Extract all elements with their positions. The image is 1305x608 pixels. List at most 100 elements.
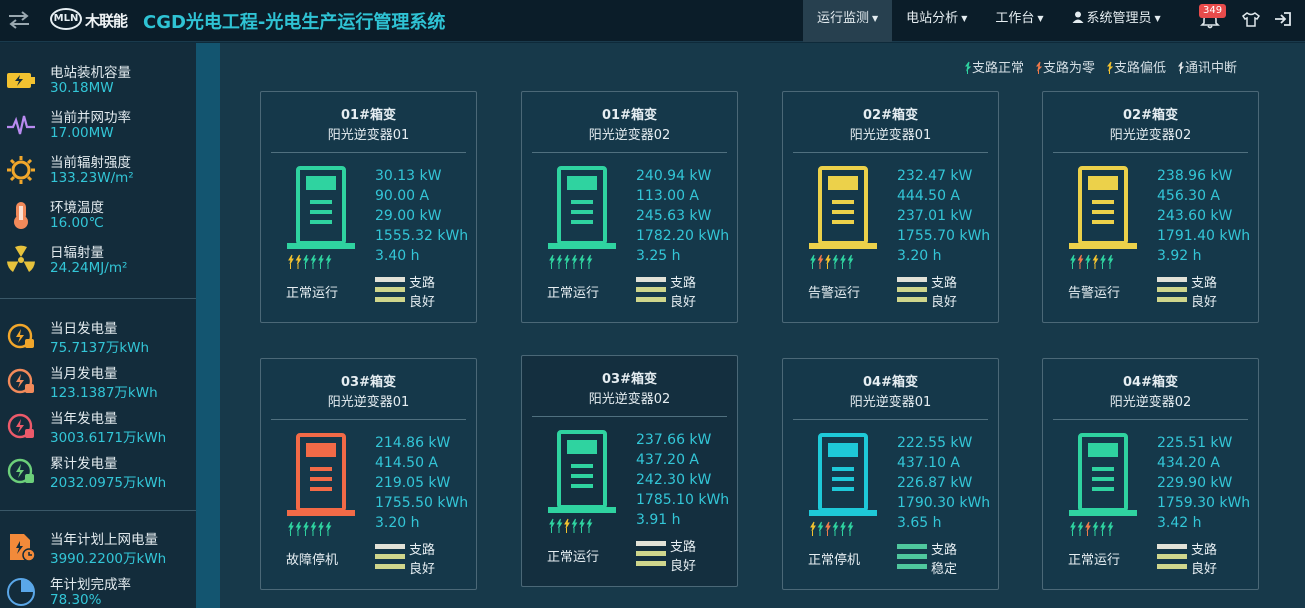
pulse-icon: [7, 115, 35, 135]
sidebar-toggle-strip[interactable]: [196, 43, 220, 608]
branch-label: 支路: [670, 276, 697, 291]
inverter-icon: [548, 430, 616, 513]
branch-arrows: [810, 254, 854, 269]
card-status: 正常运行: [1068, 553, 1121, 568]
inverter-card[interactable]: 01#箱变 阳光逆变器01 30.13 kW 90.00 A 29.00 kW …: [260, 91, 477, 323]
arrow-offline-icon: [1178, 61, 1185, 74]
branch-arrow: [1070, 254, 1076, 269]
stat-total-energy: 累计发电量 2032.0975万kWh: [0, 450, 196, 494]
caret-down-icon: ▼: [872, 14, 879, 23]
branch-arrow: [295, 254, 302, 269]
branch-label: 支路: [1191, 276, 1218, 291]
nav-station-analysis[interactable]: 电站分析 ▼: [892, 0, 981, 42]
branch-arrow: [303, 254, 309, 269]
branch-state: 稳定: [931, 562, 958, 577]
pie-icon: [7, 578, 35, 606]
stat-irradiance: 当前辐射强度 133.23W/m²: [0, 149, 196, 193]
shirt-icon[interactable]: [1240, 9, 1262, 29]
inverter-icon: [287, 433, 355, 516]
branch-arrow: [571, 254, 578, 269]
card-metrics: 225.51 kW 434.20 A 229.90 kW 1759.30 kWh…: [1157, 433, 1250, 533]
branch-status-bars: [897, 277, 927, 302]
stat-label: 日辐射量: [50, 245, 104, 261]
nav-run-monitor[interactable]: 运行监测 ▼: [803, 0, 893, 42]
inverter-card[interactable]: 03#箱变 阳光逆变器02 237.66 kW 437.20 A 242.30 …: [521, 355, 738, 587]
metric-hours: 3.91 h: [636, 512, 681, 528]
metric-power: 240.94 kW: [636, 168, 712, 184]
metric-hours: 3.40 h: [375, 248, 420, 264]
stat-value: 2032.0975万kWh: [50, 475, 167, 491]
logo-brand: 木联能: [85, 12, 128, 30]
inverter-card[interactable]: 03#箱变 阳光逆变器01 214.86 kW 414.50 A 219.05 …: [260, 358, 477, 590]
branch-arrow: [817, 254, 824, 269]
stat-month-energy: 当月发电量 123.1387万kWh: [0, 360, 196, 404]
branch-label: 支路: [1191, 543, 1218, 558]
branch-arrow: [1085, 254, 1091, 269]
card-status: 告警运行: [1068, 286, 1121, 301]
card-box-label: 04#箱变: [863, 375, 918, 390]
inverter-card[interactable]: 02#箱变 阳光逆变器01 232.47 kW 444.50 A 237.01 …: [782, 91, 999, 323]
metric-current: 437.20 A: [636, 452, 700, 468]
inverter-card[interactable]: 01#箱变 阳光逆变器02 240.94 kW 113.00 A 245.63 …: [521, 91, 738, 323]
card-box-label: 02#箱变: [863, 108, 918, 123]
card-status: 正常停机: [808, 553, 861, 568]
metric-current: 437.10 A: [897, 455, 961, 471]
branch-arrow: [564, 254, 570, 269]
stat-label: 当前并网功率: [50, 110, 131, 126]
card-divider: [793, 419, 988, 420]
inverter-card[interactable]: 04#箱变 阳光逆变器01 222.55 kW 437.10 A 226.87 …: [782, 358, 999, 590]
nav-user-menu[interactable]: 系统管理员 ▼: [1058, 0, 1175, 42]
branch-arrow: [810, 521, 816, 536]
metric-power: 232.47 kW: [897, 168, 973, 184]
swap-icon[interactable]: [6, 9, 32, 31]
energy-day-icon: [7, 323, 34, 349]
stat-label: 电站装机容量: [50, 65, 131, 81]
metric-output-power: 243.60 kW: [1157, 208, 1233, 224]
branch-state: 良好: [409, 295, 436, 310]
branch-arrow: [564, 518, 570, 533]
metric-hours: 3.20 h: [897, 248, 942, 264]
branch-label: 支路: [409, 276, 436, 291]
thermometer-icon: [14, 202, 28, 229]
inverter-icon: [548, 166, 616, 249]
logout-icon[interactable]: [1272, 9, 1294, 29]
stat-label: 累计发电量: [50, 456, 118, 472]
card-metrics: 237.66 kW 437.20 A 242.30 kW 1785.10 kWh…: [636, 430, 729, 530]
card-metrics: 238.96 kW 456.30 A 243.60 kW 1791.40 kWh…: [1157, 166, 1250, 266]
legend-label: 支路为零: [1043, 61, 1096, 76]
stat-label: 当日发电量: [50, 321, 118, 337]
metric-hours: 3.42 h: [1157, 515, 1202, 531]
metric-current: 434.20 A: [1157, 455, 1221, 471]
inverter-card[interactable]: 04#箱变 阳光逆变器02 225.51 kW 434.20 A 229.90 …: [1042, 358, 1259, 590]
branch-arrow: [318, 254, 324, 269]
card-inverter-name: 阳光逆变器02: [1109, 395, 1192, 410]
metric-power: 237.66 kW: [636, 432, 712, 448]
nav-workbench[interactable]: 工作台 ▼: [981, 0, 1057, 42]
branch-arrow: [847, 254, 854, 269]
legend-item-zero: 支路为零: [1036, 57, 1095, 76]
metric-output-power: 242.30 kW: [636, 472, 712, 488]
card-inverter-name: 阳光逆变器01: [327, 128, 410, 143]
sidebar-divider: [0, 510, 196, 511]
top-bar: MLN 木联能 CGD光电工程-光电生产运行管理系统 运行监测 ▼ 电站分析 ▼ 工…: [0, 0, 1305, 42]
stat-value: 17.00MW: [50, 125, 114, 141]
sidebar-divider: [0, 298, 196, 299]
stat-value: 78.30%: [50, 592, 102, 608]
legend-label: 支路偏低: [1114, 61, 1167, 76]
inverter-icon: [1069, 166, 1137, 249]
branch-arrow: [571, 518, 578, 533]
nav-label: 电站分析: [906, 11, 959, 26]
sun-icon: [7, 156, 35, 184]
branch-arrow: [817, 521, 824, 536]
branch-label: 支路: [670, 540, 697, 555]
card-box-label: 03#箱变: [602, 372, 657, 387]
energy-total-icon: [7, 458, 34, 484]
metric-power: 225.51 kW: [1157, 435, 1233, 451]
card-inverter-name: 阳光逆变器02: [1109, 128, 1192, 143]
branch-arrow: [1070, 521, 1076, 536]
branch-arrows: [549, 254, 593, 269]
branch-status-bars: [897, 544, 927, 569]
inverter-card[interactable]: 02#箱变 阳光逆变器02 238.96 kW 456.30 A 243.60 …: [1042, 91, 1259, 323]
arrow-zero-icon: [1036, 61, 1043, 74]
metric-power: 222.55 kW: [897, 435, 973, 451]
